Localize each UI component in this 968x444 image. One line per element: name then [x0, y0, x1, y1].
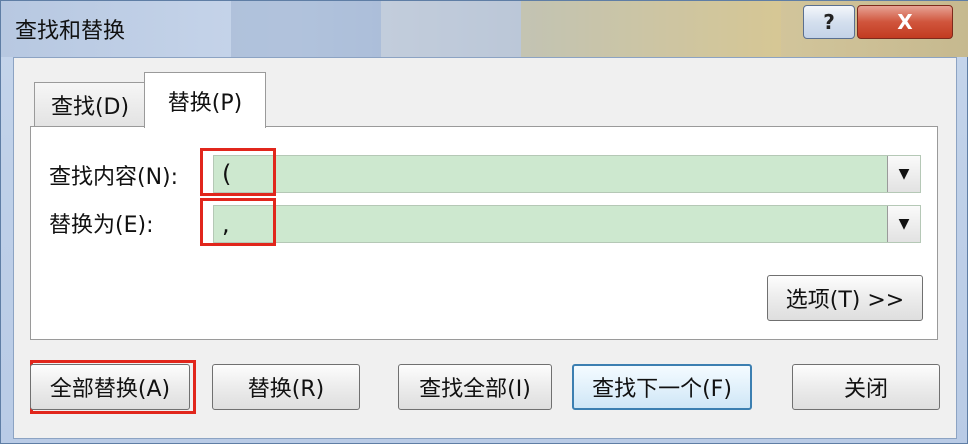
tab-replace[interactable]: 替换(P): [144, 72, 266, 128]
chevron-down-icon: ▼: [898, 216, 910, 232]
find-value-highlight: [200, 148, 276, 196]
window-title: 查找和替换: [15, 19, 126, 44]
tab-find[interactable]: 查找(D): [34, 82, 146, 126]
replace-with-label: 替换为(E):: [49, 213, 154, 238]
replace-with-input[interactable]: ,: [222, 210, 230, 238]
window-close-button[interactable]: X: [857, 5, 953, 39]
find-replace-dialog: 查找和替换 ? X 查找(D) 替换(P) 查找内容(N): ( ▼ 替换为(E…: [0, 0, 968, 444]
find-all-button[interactable]: 查找全部(I): [398, 364, 552, 410]
replace-with-combo[interactable]: , ▼: [200, 198, 921, 246]
background-blur: [231, 1, 381, 57]
tab-find-label: 查找(D): [50, 94, 130, 120]
chevron-down-icon: ▼: [898, 166, 910, 182]
title-bar[interactable]: 查找和替换 ? X: [1, 1, 968, 57]
replace-panel: 查找内容(N): ( ▼ 替换为(E): , ▼ 选项(T) >>: [30, 126, 938, 340]
replace-value-highlight: [200, 198, 276, 246]
close-icon: X: [897, 10, 913, 34]
help-button[interactable]: ?: [803, 5, 855, 39]
find-what-label: 查找内容(N):: [49, 165, 179, 190]
question-mark-icon: ?: [823, 10, 835, 34]
background-blur: [381, 1, 521, 57]
tab-replace-label: 替换(P): [167, 90, 243, 116]
find-dropdown-button[interactable]: ▼: [887, 156, 920, 192]
replace-dropdown-button[interactable]: ▼: [887, 206, 920, 242]
find-next-button[interactable]: 查找下一个(F): [572, 364, 752, 410]
dialog-content: 查找(D) 替换(P) 查找内容(N): ( ▼ 替换为(E): , ▼ 选项(…: [13, 57, 957, 439]
background-blur: [521, 1, 781, 57]
find-what-input[interactable]: (: [222, 160, 231, 188]
replace-button[interactable]: 替换(R): [212, 364, 360, 410]
options-button[interactable]: 选项(T) >>: [767, 275, 923, 321]
replace-all-button[interactable]: 全部替换(A): [30, 364, 190, 410]
find-what-combo[interactable]: ( ▼: [200, 148, 921, 196]
close-button[interactable]: 关闭: [792, 364, 940, 410]
